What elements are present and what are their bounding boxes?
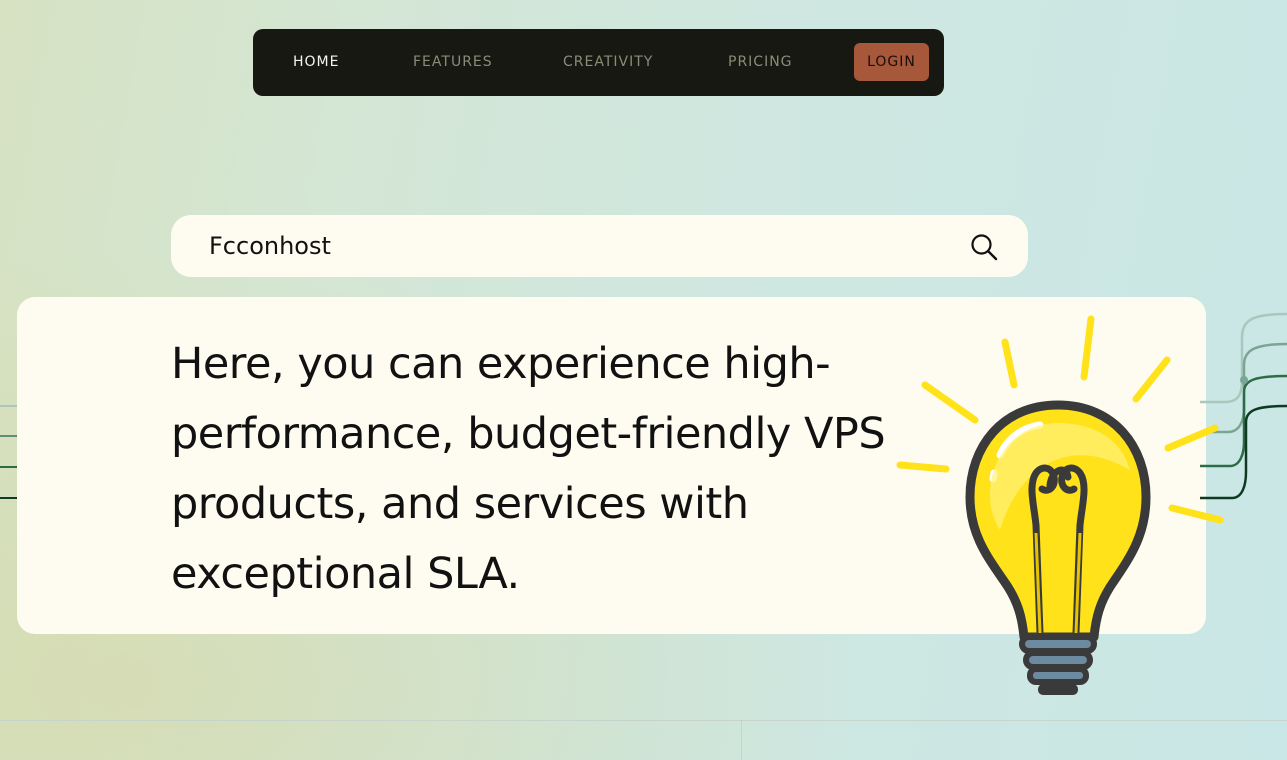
top-navbar: HOME FEATURES CREATIVITY PRICING LOGIN bbox=[253, 29, 944, 96]
hero-description: Here, you can experience high-performanc… bbox=[171, 339, 886, 599]
search-icon[interactable] bbox=[969, 232, 999, 262]
search-bar bbox=[171, 215, 1028, 277]
nav-creativity[interactable]: CREATIVITY bbox=[563, 29, 653, 96]
section-divider-vertical bbox=[741, 720, 742, 760]
nav-pricing[interactable]: PRICING bbox=[728, 29, 793, 96]
nav-home[interactable]: HOME bbox=[293, 29, 339, 96]
login-button[interactable]: LOGIN bbox=[854, 43, 929, 81]
nav-features[interactable]: FEATURES bbox=[413, 29, 493, 96]
search-input[interactable] bbox=[209, 227, 949, 265]
lightbulb-icon bbox=[896, 315, 1224, 695]
section-divider bbox=[0, 720, 1287, 721]
